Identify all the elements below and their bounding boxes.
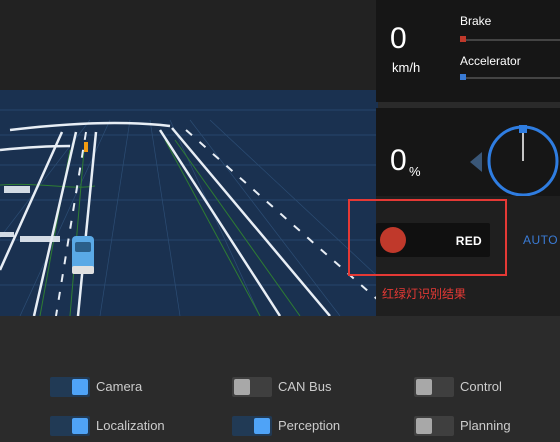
camera-toggle[interactable] <box>50 377 90 397</box>
control-toggle[interactable] <box>414 377 454 397</box>
brake-meter-track <box>460 39 560 41</box>
module-label: Planning <box>460 418 511 433</box>
module-label: Camera <box>96 379 143 394</box>
toggle-knob <box>254 418 270 434</box>
module-label: CAN Bus <box>278 379 332 394</box>
module-controller: Camera CAN Bus Control Localization Perc… <box>0 316 560 442</box>
scene-view <box>0 90 378 316</box>
localization-toggle[interactable] <box>50 416 90 436</box>
perception-toggle[interactable] <box>232 416 272 436</box>
speed-unit: km/h <box>392 60 421 75</box>
module-label: Localization <box>96 418 165 433</box>
accelerator-label: Accelerator <box>460 54 521 68</box>
toggle-knob <box>234 379 250 395</box>
can-bus-toggle[interactable] <box>232 377 272 397</box>
accelerator-meter-track <box>460 77 560 79</box>
planning-toggle[interactable] <box>414 416 454 436</box>
toggle-knob <box>416 418 432 434</box>
brake-meter-indicator <box>460 36 466 42</box>
module-label: Perception <box>278 418 341 433</box>
annotation-highlight-box <box>348 199 507 276</box>
driving-mode-button[interactable]: AUTO <box>523 233 558 247</box>
speed-value: 0 <box>390 22 407 55</box>
brake-label: Brake <box>460 14 492 28</box>
accelerator-meter-indicator <box>460 74 466 80</box>
steering-wheel-icon <box>470 125 559 196</box>
road-visualization <box>0 109 378 316</box>
annotation-text: 红绿灯识别结果 <box>382 287 467 301</box>
toggle-knob <box>72 418 88 434</box>
module-label: Control <box>460 379 502 394</box>
vehicle-status-panel: 0 km/h Brake Accelerator <box>376 0 560 102</box>
toggle-knob <box>416 379 432 395</box>
ego-vehicle <box>72 236 94 274</box>
toggle-knob <box>72 379 88 395</box>
steering-panel: 0 % <box>376 108 560 196</box>
